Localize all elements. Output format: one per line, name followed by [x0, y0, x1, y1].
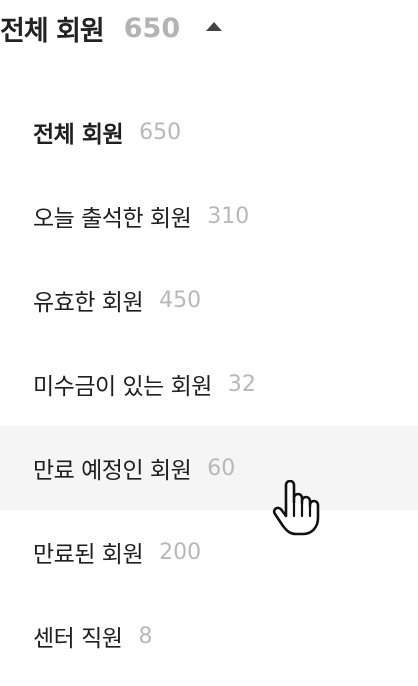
- menu-item-count: 650: [139, 119, 182, 145]
- menu-item-count: 200: [159, 539, 202, 565]
- menu-item-label: 유효한 회원: [33, 290, 144, 316]
- menu-item-label: 센터 직원: [33, 626, 123, 652]
- member-filter-dropdown-toggle[interactable]: 전체 회원 650: [0, 8, 223, 48]
- menu-item-count: 32: [227, 371, 256, 397]
- menu-item-all-members[interactable]: 전체 회원 650: [0, 90, 418, 174]
- menu-item-center-staff[interactable]: 센터 직원 8: [0, 594, 418, 678]
- member-filter-menu: 전체 회원 650 오늘 출석한 회원 310 유효한 회원 450 미수금이 …: [0, 90, 418, 678]
- menu-item-count: 310: [207, 203, 250, 229]
- menu-item-attended-today[interactable]: 오늘 출석한 회원 310: [0, 174, 418, 258]
- menu-item-expired-members[interactable]: 만료된 회원 200: [0, 510, 418, 594]
- menu-item-label: 오늘 출석한 회원: [33, 206, 192, 232]
- menu-item-count: 60: [207, 455, 236, 481]
- dropdown-total-count: 650: [123, 12, 181, 44]
- menu-item-label: 미수금이 있는 회원: [33, 374, 212, 400]
- caret-up-icon: [206, 21, 223, 31]
- menu-item-label: 만료된 회원: [33, 542, 144, 568]
- menu-item-label: 만료 예정인 회원: [33, 458, 192, 484]
- menu-item-count: 450: [159, 287, 202, 313]
- dropdown-title: 전체 회원: [0, 15, 105, 47]
- menu-item-label: 전체 회원: [33, 122, 124, 148]
- menu-item-active-members[interactable]: 유효한 회원 450: [0, 258, 418, 342]
- menu-item-count: 8: [138, 623, 153, 649]
- menu-item-unpaid-members[interactable]: 미수금이 있는 회원 32: [0, 342, 418, 426]
- menu-item-expiring-soon[interactable]: 만료 예정인 회원 60: [0, 426, 418, 510]
